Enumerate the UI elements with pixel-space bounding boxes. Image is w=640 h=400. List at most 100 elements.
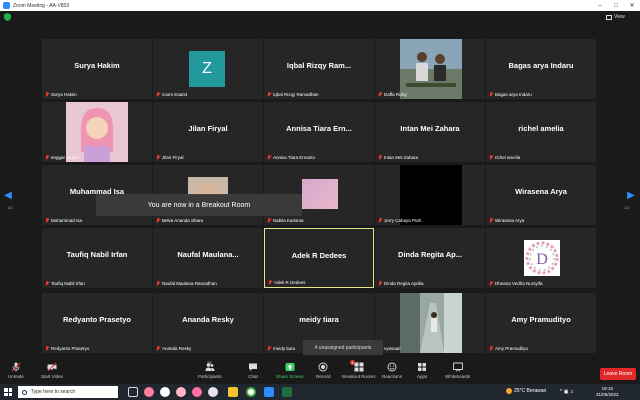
muted-mic-icon	[489, 346, 493, 351]
whiteboard-icon	[452, 362, 463, 372]
muted-mic-icon	[267, 92, 271, 97]
participants-count: 28	[207, 360, 212, 365]
record-button[interactable]: Record	[316, 362, 331, 379]
system-tray[interactable]: ^ ▣ ♫	[560, 389, 574, 395]
apps-button[interactable]: Apps	[417, 362, 427, 379]
participant-tile[interactable]: richel amelia richel amelia	[486, 102, 596, 162]
app-icon-pink-2[interactable]	[176, 387, 186, 397]
participant-tile[interactable]: Daffa Rizky	[375, 39, 485, 99]
participant-display-name: Wirasena Arya	[515, 187, 567, 196]
task-view-icon[interactable]	[128, 387, 138, 397]
excel-icon[interactable]	[282, 387, 292, 397]
avatar: D	[524, 240, 560, 276]
participant-photo	[400, 293, 462, 353]
smiley-icon	[387, 362, 397, 372]
participant-photo	[66, 102, 128, 162]
window-title: Zoom Meeting - AA-V803	[13, 2, 70, 9]
participant-display-name: Taufiq Nabil Irfan	[66, 250, 128, 259]
taskbar-clock[interactable]: 19:16 31/05/2022	[596, 386, 619, 398]
participant-name-label: enggar ardiyo	[51, 155, 79, 160]
chat-button[interactable]: Chat	[248, 362, 258, 379]
muted-mic-icon	[489, 281, 493, 286]
maximize-button[interactable]: □	[608, 0, 624, 11]
leave-room-button[interactable]: Leave Room	[600, 368, 636, 380]
participant-tile[interactable]: Amy Pramudityo Amy Pramudityo	[486, 293, 596, 353]
participant-tile[interactable]: Jerry Cahaya Putri	[375, 165, 485, 225]
chat-icon	[249, 363, 257, 371]
participant-display-name: Naufal Maulana...	[177, 250, 239, 259]
share-screen-button[interactable]: Share Screen	[276, 362, 304, 379]
app-icon-pink-3[interactable]	[192, 387, 202, 397]
participant-tile[interactable]: Z zoom Eaa04	[153, 39, 263, 99]
weather-widget[interactable]: 25°C Berawan	[506, 388, 546, 394]
participant-name-label: Redyanto Prasetyo	[51, 346, 90, 351]
muted-mic-icon	[489, 218, 493, 223]
file-explorer-icon[interactable]	[228, 387, 238, 397]
share-screen-icon	[285, 363, 295, 371]
app-icon-light[interactable]	[208, 387, 218, 397]
participant-tile[interactable]: Naufal Maulana... Naufal Maulana Ramadha…	[153, 228, 263, 288]
active-speaker-tile[interactable]: Adek R Dedees Adek R Dedees	[264, 228, 374, 288]
muted-mic-icon	[267, 155, 271, 160]
chrome-icon[interactable]	[246, 387, 256, 397]
participant-tile[interactable]: Taufiq Nabil Irfan Taufiq Nabil Irfan	[42, 228, 152, 288]
unassigned-participants-badge[interactable]: 4 unassigned participants	[303, 340, 383, 355]
participant-tile[interactable]: Intan Mei Zahara Intan Mei Zahara	[375, 102, 485, 162]
participant-tile[interactable]: Ananda Resky Ananda Resky	[153, 293, 263, 353]
title-bar: Zoom Meeting - AA-V803 – □ ✕	[0, 0, 640, 11]
participant-tile[interactable]: Dinda Regita Ap... Dinda Regita Aprilia	[375, 228, 485, 288]
app-icon-pink[interactable]	[160, 387, 170, 397]
muted-mic-icon	[489, 92, 493, 97]
windows-start-icon[interactable]	[4, 388, 12, 396]
minimize-button[interactable]: –	[592, 0, 608, 11]
zoom-meeting-window: Zoom Meeting - AA-V803 – □ ✕ View ◀ 1/2 …	[0, 0, 640, 400]
participant-display-name: Ananda Resky	[182, 315, 234, 324]
participant-video	[400, 165, 462, 225]
taskbar-search-box[interactable]: Type here to search	[18, 386, 118, 398]
zoom-app-icon	[3, 2, 10, 9]
participant-tile[interactable]: vyasaati	[375, 293, 485, 353]
app-icon-hello-kitty[interactable]	[144, 387, 154, 397]
video-camera-off-icon	[47, 362, 57, 372]
muted-mic-icon	[156, 92, 160, 97]
breakout-rooms-button[interactable]: 4 Breakout Rooms	[342, 360, 376, 379]
next-page-arrow[interactable]: ▶	[626, 190, 636, 201]
participant-tile[interactable]: enggar ardiyo	[42, 102, 152, 162]
participant-tile[interactable]: Bagas arya Indaru Bagas arya Indaru	[486, 39, 596, 99]
zoom-taskbar-icon[interactable]	[264, 387, 274, 397]
meeting-toolbar: Unmute Start Video 28 Participants Chat …	[0, 358, 640, 384]
participant-name-label: Bagas arya Indaru	[495, 92, 532, 97]
view-button[interactable]: View	[606, 13, 625, 21]
reactions-button[interactable]: Reactions	[382, 362, 402, 379]
participant-name-label: Ananda Resky	[162, 346, 192, 351]
participant-display-name: Dinda Regita Ap...	[398, 250, 462, 259]
page-indicator-right: 1/2	[624, 205, 630, 210]
participant-name-label: Belva Ananda Shara	[162, 218, 204, 223]
close-button[interactable]: ✕	[624, 0, 640, 11]
participant-display-name: Intan Mei Zahara	[400, 124, 460, 133]
participant-name-label: vyasaati	[384, 346, 401, 351]
participant-tile[interactable]: Iqbal Rizqy Ram... Iqbal Rizqy Ramadhan	[264, 39, 374, 99]
record-icon	[318, 362, 328, 372]
participant-name-label: Muhammad Isa	[51, 218, 83, 223]
start-video-button[interactable]: Start Video	[41, 362, 63, 379]
unmute-button[interactable]: Unmute	[8, 362, 24, 379]
participants-button[interactable]: 28 Participants	[198, 360, 222, 379]
participant-tile[interactable]: D Dheana Vedha Nursyifa	[486, 228, 596, 288]
participant-photo	[400, 39, 462, 99]
whiteboards-button[interactable]: Whiteboards	[445, 362, 470, 379]
participant-tile[interactable]: Wirasena Arya Wirasena Arya	[486, 165, 596, 225]
apps-icon	[418, 363, 427, 371]
participant-name-label: meidy tiara	[273, 346, 296, 351]
muted-mic-icon	[45, 281, 49, 286]
participant-name-label: Nabila Karisma	[273, 218, 304, 223]
muted-mic-icon	[156, 281, 160, 286]
shield-icon[interactable]	[4, 13, 11, 21]
participant-tile[interactable]: Annisa Tiara Ern... Annisa Tiara Ernanto	[264, 102, 374, 162]
participant-tile[interactable]: Surya Hakim Surya Hakim	[42, 39, 152, 99]
prev-page-arrow[interactable]: ◀	[3, 190, 13, 201]
participant-tile[interactable]: Jilan Firyal Jilan Firyal	[153, 102, 263, 162]
muted-mic-icon	[45, 346, 49, 351]
participant-display-name: richel amelia	[518, 124, 564, 133]
participant-tile[interactable]: Redyanto Prasetyo Redyanto Prasetyo	[42, 293, 152, 353]
